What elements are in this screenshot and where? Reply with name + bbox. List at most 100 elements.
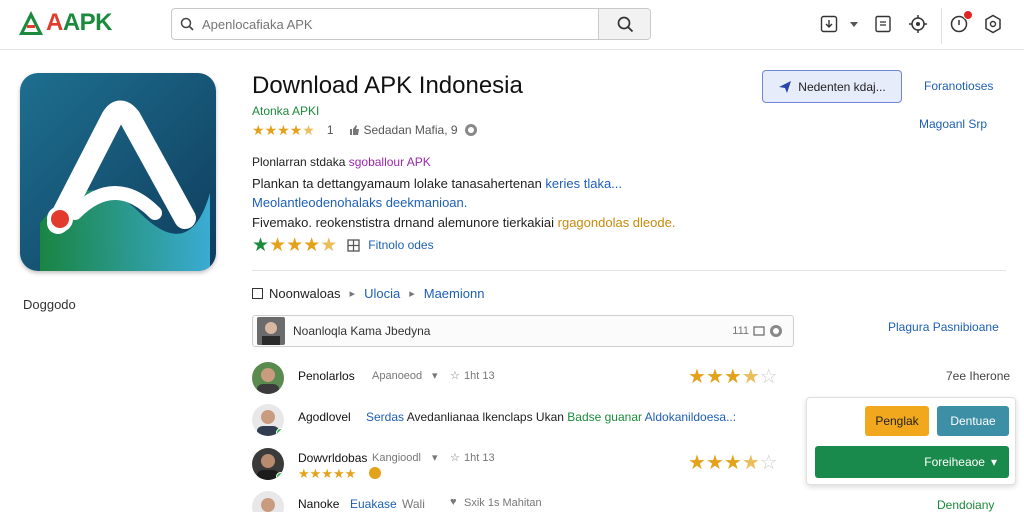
description-line-1: Plankan ta dettangyamaum lolake tanasahe… (252, 176, 622, 191)
chevron-down-icon: ▾ (990, 455, 997, 469)
rating-count: 1 (326, 123, 334, 137)
review-row[interactable]: Dowvrldobas Kangioodl ▾ ☆ 1ht 13 ★★★★★ ★… (252, 448, 792, 482)
chevron-down-icon[interactable]: ▾ (432, 369, 438, 382)
star-icon: ★ (286, 234, 304, 256)
checkbox[interactable] (252, 287, 263, 299)
star-icon: ☆ (759, 452, 778, 474)
description-line-3-highlight: rgagondolas dleode. (557, 215, 676, 230)
link-foranotioses[interactable]: Foranotioses (924, 79, 993, 93)
settings-icon[interactable] (982, 13, 1004, 35)
description-heading-link[interactable]: sgoballour APK (349, 155, 431, 169)
chevron-down-icon[interactable] (843, 13, 865, 35)
logo-a: A (46, 9, 63, 36)
review-meta-count: 111 (732, 325, 749, 337)
reviewer-name[interactable]: Agodlovel (298, 410, 351, 424)
search-input[interactable] (202, 16, 598, 32)
download-button[interactable]: Foreiheaoe ▾ (815, 446, 1009, 478)
search-button[interactable] (598, 9, 650, 39)
install-button-label: Nedenten kdaj... (798, 79, 886, 94)
breadcrumb: Noonwaloas ▸ Ulocia ▸ Maemionn (252, 285, 484, 301)
star-icon: ★ (298, 466, 310, 481)
review-stars: ★ ★ ★ ★ ☆ (688, 453, 778, 473)
download-button-label: Foreiheaoe (924, 455, 985, 469)
review-text: Serdas Avedanlianaa lkenclaps Ukan Badse… (366, 410, 736, 424)
search-bar[interactable] (171, 8, 651, 40)
breadcrumb-item-2[interactable]: Ulocia (364, 286, 400, 301)
grid-icon (347, 238, 360, 252)
reviewer-mini-stars: ★★★★★ (298, 466, 356, 482)
send-icon (779, 80, 792, 93)
review-row[interactable]: Penolarlos Apanoeod ▾ ☆ 1ht 13 ★ ★ ★ ★ ☆ (252, 362, 792, 396)
rating-summary: ★ ★★★★ Fitnolo odes (252, 235, 434, 255)
review-meta: 111 (732, 324, 783, 338)
rating-text: Sedadan Mafia, 9 (363, 123, 458, 137)
breadcrumb-separator: ▸ (349, 287, 356, 300)
star-icon: ★ (741, 452, 760, 474)
app-icon[interactable] (20, 73, 216, 271)
star-outline-icon: ☆ (450, 370, 460, 382)
rating-summary-stars: ★★★★ (269, 236, 337, 255)
avatar (252, 362, 284, 394)
notification-icon[interactable] (948, 10, 973, 35)
install-button[interactable]: Nedenten kdaj... (762, 70, 902, 103)
label-herone: 7ee Iherone (946, 369, 1011, 383)
online-indicator (276, 472, 284, 480)
review-row[interactable]: Nanoke Euakase Wali ♥ Sxik 1s Mahitan (252, 491, 792, 512)
online-indicator (276, 428, 284, 436)
link-plagura[interactable]: Plagura Pasnibioane (888, 320, 999, 334)
description-line-1-link[interactable]: keries tlaka... (545, 176, 622, 191)
star-icon: ★ (320, 234, 338, 256)
penglak-button[interactable]: Penglak (865, 406, 929, 436)
description-line-3: Fivemako. reokenstistra drnand alemunore… (252, 215, 675, 230)
review-count: 1ht 13 (464, 452, 495, 464)
star-icon: ★ (252, 121, 265, 138)
link-magoanl[interactable]: Magoanl Srp (919, 117, 987, 131)
review-stars: ★ ★ ★ ★ ☆ (688, 367, 778, 387)
star-icon: ★ (302, 121, 315, 138)
breadcrumb-item-3[interactable]: Maemionn (424, 286, 485, 301)
gear-icon[interactable] (907, 13, 929, 35)
star-icon: ★ (688, 366, 706, 388)
breadcrumb-item-1[interactable]: Noonwaloas (269, 286, 341, 301)
link-dendoiany[interactable]: Dendoiany (937, 498, 994, 512)
review-tag[interactable]: Serdas (366, 410, 404, 424)
verified-icon (369, 467, 381, 479)
breadcrumb-separator: ▸ (409, 287, 415, 300)
review-meta: Wali (402, 497, 425, 511)
description-heading: Plonlarran stdaka sgoballour APK (252, 155, 431, 169)
top-bar: AAPK (0, 0, 1024, 50)
star-icon: ★ (741, 366, 760, 388)
clock-icon[interactable] (769, 324, 783, 338)
star-icon: ★ (269, 234, 287, 256)
review-body: Avedanlianaa lkenclaps Ukan (404, 410, 568, 424)
star-icon: ★ (289, 121, 303, 138)
review-highlight[interactable]: Badse guanar (567, 410, 642, 424)
star-icon: ★ (309, 466, 322, 481)
info-icon[interactable] (464, 123, 478, 137)
review-tag[interactable]: Euakase (350, 497, 397, 511)
review-meta: Kangioodl (372, 452, 421, 464)
chevron-down-icon[interactable]: ▾ (432, 451, 438, 464)
star-icon: ★ (277, 121, 290, 138)
reviewer-name[interactable]: Penolarlos (298, 369, 355, 383)
tablet-icon[interactable] (872, 13, 894, 35)
site-logo[interactable]: AAPK (18, 8, 113, 38)
review-link[interactable]: Aldokanildoesa..: (642, 410, 736, 424)
rating-summary-link[interactable]: Fitnolo odes (368, 238, 433, 252)
review-count: Sxik 1s Mahitan (464, 497, 542, 509)
avatar (252, 491, 284, 512)
like-icon (348, 124, 360, 136)
app-subtitle[interactable]: Atonka APKI (252, 104, 319, 118)
download-icon[interactable] (818, 13, 840, 35)
review-input[interactable]: Noanloqla Kama Jbedyna 111 (252, 315, 794, 347)
description-line-3-plain: Fivemako. reokenstistra drnand alemunore… (252, 215, 558, 230)
reviewer-name[interactable]: Nanoke (298, 497, 339, 511)
review-row[interactable]: Agodlovel Serdas Avedanlianaa lkenclaps … (252, 404, 792, 438)
description-line-2[interactable]: Meolantleodenohalaks deekmanioan. (252, 195, 467, 210)
star-icon: ★ (688, 452, 706, 474)
image-icon[interactable] (753, 325, 765, 337)
review-input-text: Noanloqla Kama Jbedyna (293, 324, 431, 338)
dentuae-button[interactable]: Dentuae (937, 406, 1009, 436)
reviewer-name[interactable]: Dowvrldobas (298, 451, 367, 465)
developer-name[interactable]: Doggodo (23, 297, 76, 312)
